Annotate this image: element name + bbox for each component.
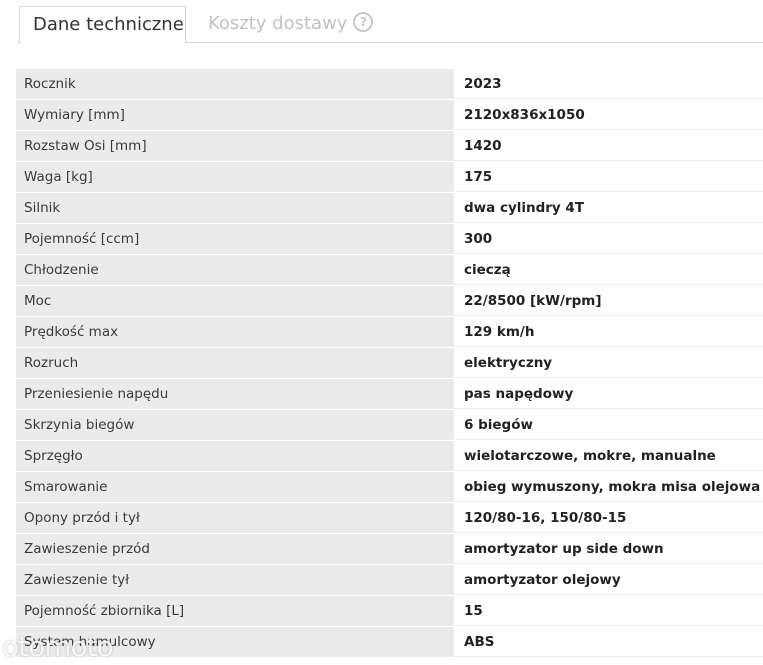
- spec-row: Przeniesienie napędu pas napędowy: [16, 379, 763, 410]
- spec-value: 6 biegów: [455, 410, 763, 440]
- spec-label: Rocznik: [16, 69, 455, 99]
- spec-row: Waga [kg] 175: [16, 162, 763, 193]
- spec-label: Prędkość max: [16, 317, 455, 347]
- spec-label: Zawieszenie tył: [16, 565, 455, 595]
- spec-label: Rozstaw Osi [mm]: [16, 131, 455, 161]
- spec-label: Smarowanie: [16, 472, 455, 502]
- spec-row: Pojemność zbiornika [L] 15: [16, 596, 763, 627]
- spec-row: Zawieszenie tył amortyzator olejowy: [16, 565, 763, 596]
- spec-label: Zawieszenie przód: [16, 534, 455, 564]
- watermark-logo: otomoto: [2, 630, 114, 663]
- spec-value: elektryczny: [455, 348, 763, 378]
- spec-value: wielotarczowe, mokre, manualne: [455, 441, 763, 471]
- spec-row: Skrzynia biegów 6 biegów: [16, 410, 763, 441]
- spec-label: Waga [kg]: [16, 162, 455, 192]
- spec-value: 2023: [455, 69, 763, 99]
- help-icon[interactable]: ?: [353, 12, 374, 32]
- spec-row: System hamulcowy ABS: [16, 627, 763, 658]
- spec-row: Zawieszenie przód amortyzator up side dow…: [16, 534, 763, 565]
- spec-row: Chłodzenie cieczą: [16, 255, 763, 286]
- tab-technical-data[interactable]: Dane techniczne: [19, 6, 186, 44]
- spec-label: Silnik: [16, 193, 455, 223]
- tab-delivery-costs[interactable]: Koszty dostawy?: [208, 6, 374, 43]
- spec-value: cieczą: [455, 255, 763, 285]
- spec-row: Wymiary [mm] 2120x836x1050: [16, 100, 763, 131]
- spec-row: Rozruch elektryczny: [16, 348, 763, 379]
- spec-value: obieg wymuszony, mokra misa olejowa: [455, 472, 763, 502]
- spec-label: Skrzynia biegów: [16, 410, 455, 440]
- tab-label: Dane techniczne: [33, 14, 184, 35]
- spec-value: 1420: [455, 131, 763, 161]
- spec-label: Rozruch: [16, 348, 455, 378]
- spec-value: 22/8500 [kW/rpm]: [455, 286, 763, 316]
- spec-label: Przeniesienie napędu: [16, 379, 455, 409]
- spec-value: ABS: [455, 627, 763, 657]
- spec-label: Sprzęgło: [16, 441, 455, 471]
- spec-row: Smarowanie obieg wymuszony, mokra misa ol…: [16, 472, 763, 503]
- spec-label: Chłodzenie: [16, 255, 455, 285]
- spec-row: Rozstaw Osi [mm] 1420: [16, 131, 763, 162]
- tab-bar: Dane techniczne Koszty dostawy?: [0, 0, 763, 44]
- spec-row: Sprzęgło wielotarczowe, mokre, manualne: [16, 441, 763, 472]
- spec-value: amortyzator olejowy: [455, 565, 763, 595]
- spec-row: Moc 22/8500 [kW/rpm]: [16, 286, 763, 317]
- spec-label: Wymiary [mm]: [16, 100, 455, 130]
- spec-value: 175: [455, 162, 763, 192]
- spec-row: Rocznik 2023: [16, 69, 763, 100]
- spec-table: Rocznik 2023 Wymiary [mm] 2120x836x1050 Rozs…: [16, 69, 763, 658]
- spec-value: pas napędowy: [455, 379, 763, 409]
- spec-row: Silnik dwa cylindry 4T: [16, 193, 763, 224]
- spec-row: Opony przód i tył 120/80-16, 150/80-15: [16, 503, 763, 534]
- spec-value: amortyzator up side down: [455, 534, 763, 564]
- spec-row: Prędkość max 129 km/h: [16, 317, 763, 348]
- spec-value: 300: [455, 224, 763, 254]
- spec-label: Opony przód i tył: [16, 503, 455, 533]
- spec-label: Moc: [16, 286, 455, 316]
- spec-value: 15: [455, 596, 763, 626]
- spec-value: 2120x836x1050: [455, 100, 763, 130]
- spec-value: dwa cylindry 4T: [455, 193, 763, 223]
- spec-value: 120/80-16, 150/80-15: [455, 503, 763, 533]
- spec-value: 129 km/h: [455, 317, 763, 347]
- spec-row: Pojemność [ccm] 300: [16, 224, 763, 255]
- spec-label: Pojemność [ccm]: [16, 224, 455, 254]
- tab-label: Koszty dostawy: [208, 13, 348, 34]
- spec-label: Pojemność zbiornika [L]: [16, 596, 455, 626]
